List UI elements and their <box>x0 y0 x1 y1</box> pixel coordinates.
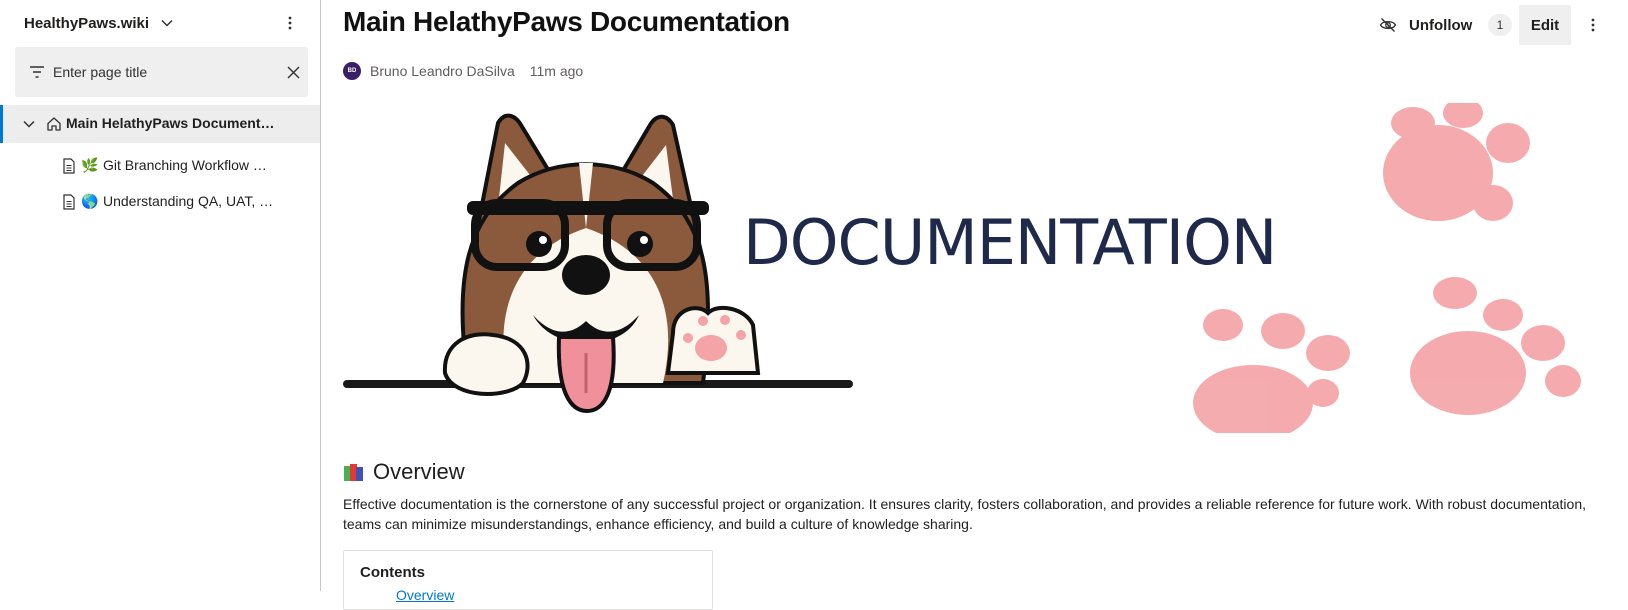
home-icon <box>45 115 63 133</box>
unfollow-eye-icon <box>1379 16 1397 34</box>
herb-emoji-icon: 🌿 <box>81 157 99 173</box>
books-icon <box>344 464 363 481</box>
page-title: Main HelathyPaws Documentation <box>343 6 790 37</box>
document-icon <box>62 158 76 174</box>
document-icon <box>62 194 76 210</box>
wiki-selector[interactable]: HealthyPaws.wiki <box>24 12 175 34</box>
tree-item-label: Git Branching Workflow … <box>103 157 267 173</box>
edit-button[interactable]: Edit <box>1519 5 1571 45</box>
overview-heading: Overview <box>343 458 465 486</box>
tree-item-main-documentation[interactable]: Main HelathyPaws Document… <box>0 105 320 143</box>
author-name[interactable]: Bruno Leandro DaSilva <box>370 63 515 79</box>
contents-title: Contents <box>360 564 425 581</box>
toc-link-overview[interactable]: Overview <box>396 587 454 603</box>
tree-item-label: Understanding QA, UAT, … <box>103 193 274 209</box>
more-vertical-icon[interactable] <box>1585 5 1601 45</box>
unfollow-button[interactable]: Unfollow <box>1377 5 1487 45</box>
globe-emoji-icon: 🌎 <box>81 193 99 209</box>
more-vertical-icon[interactable] <box>282 12 298 34</box>
banner-title-text: DOCUMENTATION <box>743 206 1277 279</box>
tree-item-label: Main HelathyPaws Document… <box>66 115 275 131</box>
chevron-down-icon[interactable] <box>159 15 175 31</box>
main-content: Main HelathyPaws Documentation BD Bruno … <box>321 0 1628 610</box>
sidebar: HealthyPaws.wiki Main HelathyPaws Docume… <box>0 0 321 591</box>
page-filter-box <box>15 47 308 97</box>
avatar[interactable]: BD <box>343 62 361 80</box>
overview-paragraph: Effective documentation is the cornersto… <box>343 496 1587 532</box>
filter-icon <box>29 65 45 79</box>
documentation-banner-image: DOCUMENTATION <box>343 98 1628 441</box>
author-row: BD Bruno Leandro DaSilva 11m ago <box>343 61 583 81</box>
wiki-title: HealthyPaws.wiki <box>24 14 150 32</box>
last-edited-time: 11m ago <box>529 63 584 79</box>
tree-item-understanding-qa[interactable]: 🌎 Understanding QA, UAT, … <box>0 185 320 219</box>
close-icon[interactable] <box>284 63 302 81</box>
overview-heading-text: Overview <box>373 459 465 484</box>
follower-count-badge: 1 <box>1488 14 1512 36</box>
unfollow-label: Unfollow <box>1409 16 1473 34</box>
table-of-contents: Contents Overview <box>343 550 713 610</box>
chevron-down-icon[interactable] <box>21 116 37 132</box>
tree-item-git-branching[interactable]: 🌿 Git Branching Workflow … <box>0 149 320 183</box>
page-filter-input[interactable] <box>53 61 273 83</box>
